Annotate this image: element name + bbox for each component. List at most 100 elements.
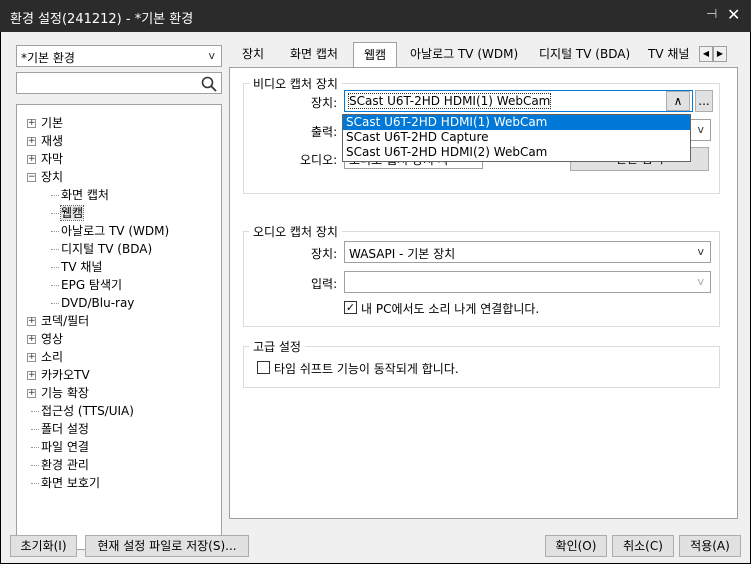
tree-item-label: 기본 <box>41 116 64 130</box>
save-to-file-button[interactable]: 현재 설정 파일로 저장(S)... <box>85 535 249 557</box>
tree-item-label: 기능 확장 <box>41 386 89 400</box>
pin-icon[interactable]: ⊣ <box>706 7 717 22</box>
title-bar: 환경 설정(241212) - *기본 환경 ⊣ ✕ <box>0 0 751 32</box>
profile-combo-value: *기본 환경 <box>21 51 75 65</box>
tree-item[interactable]: 웹캠 <box>51 204 85 222</box>
expand-icon[interactable]: + <box>27 389 36 398</box>
tree-connector <box>51 213 59 214</box>
tree-connector <box>31 447 39 448</box>
tree-item-label: 코덱/필터 <box>41 314 90 328</box>
timeshift-checkbox[interactable] <box>257 361 270 374</box>
tree-item-label: 소리 <box>41 350 64 364</box>
profile-combo[interactable]: *기본 환경 v <box>16 45 222 67</box>
expand-icon[interactable]: + <box>27 119 36 128</box>
tree-item-label: 재생 <box>41 134 64 148</box>
tree-item-label: 화면 캡처 <box>61 188 109 202</box>
tab-digital-tv[interactable]: 디지털 TV (BDA) <box>539 44 630 66</box>
tree-item[interactable]: + 기능 확장 <box>27 384 89 402</box>
chevron-up-icon[interactable]: ∧ <box>666 91 690 111</box>
tree-connector <box>51 303 59 304</box>
tree-item-label: 웹캠 <box>59 205 85 221</box>
tree-item[interactable]: 접근성 (TTS/UIA) <box>31 402 134 420</box>
tree-item-label: 접근성 (TTS/UIA) <box>41 404 134 418</box>
expand-icon[interactable]: + <box>27 155 36 164</box>
tree-item[interactable]: + 기본 <box>27 114 64 132</box>
collapse-icon[interactable]: − <box>27 173 36 182</box>
tree-item[interactable]: − 장치 <box>27 168 63 186</box>
tree-item[interactable]: + 코덱/필터 <box>27 312 90 330</box>
chevron-down-icon: v <box>697 245 704 258</box>
tree-item[interactable]: 화면 보호기 <box>31 474 101 492</box>
apply-button[interactable]: 적용(A) <box>679 535 741 557</box>
dialog-client: *기본 환경 v + 기본 + 재생 + 자막 − 장치 화면 캡처 웹캠 아날로그 TV (WDM… <box>1 32 750 563</box>
tree-item-label: 영상 <box>41 332 64 346</box>
search-input[interactable] <box>16 72 222 94</box>
expand-icon[interactable]: + <box>27 317 36 326</box>
chevron-down-icon: v <box>697 123 704 136</box>
tree-item[interactable]: + 자막 <box>27 150 64 168</box>
tree-item-label: 아날로그 TV (WDM) <box>61 224 170 238</box>
tab-screen-capture[interactable]: 화면 캡처 <box>290 44 338 66</box>
audio-capture-title: 오디오 캡처 장치 <box>249 223 342 240</box>
tree-item-label: 폴더 설정 <box>41 422 89 436</box>
tree-item-label: TV 채널 <box>61 260 103 274</box>
tab-webcam[interactable]: 웹캠 <box>353 42 398 68</box>
tree-item[interactable]: 환경 관리 <box>31 456 89 474</box>
video-device-more-button[interactable]: ... <box>695 90 713 112</box>
tab-scroll-right-icon[interactable]: ▶ <box>713 46 727 62</box>
tab-tv-channel[interactable]: TV 채널 <box>648 44 689 66</box>
audio-device-value: WASAPI - 기본 장치 <box>349 247 456 261</box>
tree-item-label: 화면 보호기 <box>41 476 101 490</box>
audio-label: 오디오: <box>300 153 338 167</box>
video-device-combo[interactable]: SCast U6T-2HD HDMI(1) WebCam <box>344 90 693 112</box>
tree-item[interactable]: DVD/Blu-ray <box>51 294 134 312</box>
video-device-value: SCast U6T-2HD HDMI(1) WebCam <box>347 93 552 109</box>
expand-icon[interactable]: + <box>27 335 36 344</box>
audio-input-combo[interactable]: v <box>344 271 711 293</box>
tree-item-label: 자막 <box>41 152 64 166</box>
reset-button[interactable]: 초기화(I) <box>10 535 77 557</box>
tree-connector <box>31 465 39 466</box>
close-icon[interactable]: ✕ <box>727 5 740 24</box>
tree-item[interactable]: 아날로그 TV (WDM) <box>51 222 170 240</box>
tree-item[interactable]: 디지털 TV (BDA) <box>51 240 153 258</box>
connect-playback-checkbox[interactable]: ✓ <box>344 301 357 314</box>
cancel-button[interactable]: 취소(C) <box>612 535 674 557</box>
video-capture-title: 비디오 캡처 장치 <box>249 75 342 92</box>
tree-connector <box>51 231 59 232</box>
dropdown-option[interactable]: SCast U6T-2HD Capture <box>343 130 690 145</box>
audio-device-combo[interactable]: WASAPI - 기본 장치 v <box>344 241 711 263</box>
dropdown-option[interactable]: SCast U6T-2HD HDMI(1) WebCam <box>343 115 690 130</box>
output-label: 출력: <box>311 125 338 139</box>
tree-item[interactable]: + 소리 <box>27 348 64 366</box>
expand-icon[interactable]: + <box>27 371 36 380</box>
tree-item[interactable]: 파일 연결 <box>31 438 89 456</box>
audio-input-label: 입력: <box>311 277 338 291</box>
tree-item[interactable]: TV 채널 <box>51 258 103 276</box>
tab-scroll-left-icon[interactable]: ◀ <box>699 46 713 62</box>
tab-device[interactable]: 장치 <box>242 44 264 66</box>
tree-connector <box>31 411 39 412</box>
search-icon <box>201 76 217 92</box>
video-device-dropdown-list: SCast U6T-2HD HDMI(1) WebCam SCast U6T-2… <box>342 114 691 162</box>
expand-icon[interactable]: + <box>27 353 36 362</box>
chevron-down-icon: v <box>208 49 215 62</box>
video-device-label: 장치: <box>311 96 338 110</box>
tree-connector <box>51 195 59 196</box>
tab-analog-tv[interactable]: 아날로그 TV (WDM) <box>410 44 518 66</box>
tree-item-label: 카카오TV <box>41 368 90 382</box>
tree-item[interactable]: + 카카오TV <box>27 366 90 384</box>
tree-item-label: 디지털 TV (BDA) <box>61 242 153 256</box>
tree-item[interactable]: 화면 캡처 <box>51 186 109 204</box>
tree-connector <box>51 285 59 286</box>
tree-item[interactable]: + 영상 <box>27 330 64 348</box>
window-title: 환경 설정(241212) - *기본 환경 <box>10 12 194 27</box>
tree-item[interactable]: EPG 탐색기 <box>51 276 122 294</box>
chevron-down-icon: v <box>697 275 704 288</box>
advanced-title: 고급 설정 <box>249 338 305 355</box>
dropdown-option[interactable]: SCast U6T-2HD HDMI(2) WebCam <box>343 145 690 160</box>
tree-item[interactable]: 폴더 설정 <box>31 420 89 438</box>
expand-icon[interactable]: + <box>27 137 36 146</box>
ok-button[interactable]: 확인(O) <box>545 535 607 557</box>
tree-item[interactable]: + 재생 <box>27 132 64 150</box>
